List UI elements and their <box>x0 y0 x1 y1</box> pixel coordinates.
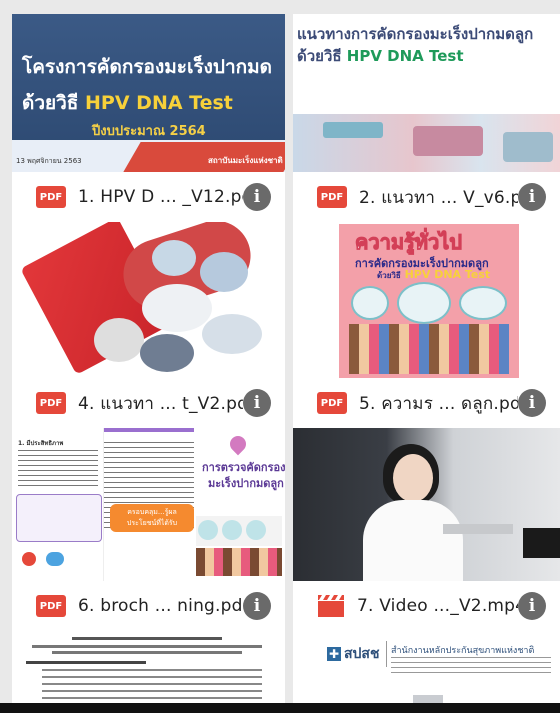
thumb-subtitle: มะเร็งปากมดลูก <box>208 477 284 490</box>
info-icon[interactable]: i <box>243 389 271 417</box>
file-name: 4. แนวทา ... t_V2.pdf <box>78 393 243 414</box>
thumb-subtitle: ด้วยวิธี <box>297 47 342 65</box>
file-card-5[interactable]: 1. มีประสิทธิภาพ การตรวจคัดกรอง มะเร็งปา… <box>12 428 285 631</box>
thumb-box: ครอบคลุม...รู้ผล ประโยชน์ที่ได้รับ <box>110 504 194 532</box>
system-bottom-bar <box>0 703 560 713</box>
file-name: 2. แนวทา ... V_v6.pdf <box>359 187 518 208</box>
info-icon[interactable]: i <box>243 183 271 211</box>
file-thumbnail: 1. มีประสิทธิภาพ การตรวจคัดกรอง มะเร็งปา… <box>12 428 285 581</box>
file-footer: PDF 4. แนวทา ... t_V2.pdf i <box>12 378 285 428</box>
thumb-title: โครงการคัดกรองมะเร็งปากมด <box>22 56 273 78</box>
info-icon[interactable]: i <box>518 389 546 417</box>
file-thumbnail <box>12 222 285 378</box>
info-icon[interactable]: i <box>243 592 271 620</box>
thumb-date: 13 พฤศจิกายน 2563 <box>16 157 82 165</box>
pdf-icon: PDF <box>36 186 66 208</box>
file-card-6[interactable]: 7. Video ..._V2.mp4 i <box>293 428 560 631</box>
file-card-1[interactable]: โครงการคัดกรองมะเร็งปากมด ด้วยวิธี HPV D… <box>12 14 285 222</box>
file-name: 7. Video ..._V2.mp4 <box>357 596 518 616</box>
file-footer: 7. Video ..._V2.mp4 i <box>293 581 560 631</box>
thumb-prefix: ด้วยวิธี <box>377 271 401 280</box>
file-footer: PDF 1. HPV D ... _V12.pdf i <box>12 172 285 222</box>
file-footer: PDF 6. broch ... ning.pdf i <box>12 581 285 631</box>
cross-icon: ✚ <box>327 647 341 661</box>
thumb-org: สถาบันมะเร็งแห่งชาติ <box>208 156 283 165</box>
thumb-year: ปีงบประมาณ 2564 <box>92 124 206 139</box>
info-icon[interactable]: i <box>518 592 546 620</box>
file-name: 6. broch ... ning.pdf <box>78 596 243 616</box>
file-card-8[interactable]: ✚ สปสช สำนักงานหลักประกันสุขภาพแห่งชาติ <box>293 631 560 713</box>
org-logo: ✚ สปสช <box>327 643 379 665</box>
org-name: สำนักงานหลักประกันสุขภาพแห่งชาติ <box>391 646 535 656</box>
pdf-icon: PDF <box>317 392 347 414</box>
pdf-icon: PDF <box>36 392 66 414</box>
pdf-icon: PDF <box>317 186 347 208</box>
thumb-heading: 1. มีประสิทธิภาพ <box>18 440 64 447</box>
file-name: 5. ความร ... ดลูก.pdf <box>359 393 518 414</box>
file-footer: PDF 5. ความร ... ดลูก.pdf i <box>293 378 560 428</box>
thumb-subtitle: ด้วยวิธี <box>22 92 79 114</box>
file-thumbnail: โครงการคัดกรองมะเร็งปากมด ด้วยวิธี HPV D… <box>12 14 285 172</box>
file-card-7[interactable] <box>12 631 285 713</box>
file-card-2[interactable]: แนวทางการคัดกรองมะเร็งปากมดลูก ด้วยวิธี … <box>293 14 560 222</box>
file-footer: PDF 2. แนวทา ... V_v6.pdf i <box>293 172 560 222</box>
file-card-4[interactable]: ความรู้ทั่วไป การคัดกรองมะเร็งปากมดลูก ด… <box>293 222 560 428</box>
org-short-name: สปสช <box>344 646 380 662</box>
file-thumbnail: ความรู้ทั่วไป การคัดกรองมะเร็งปากมดลูก ด… <box>293 222 560 378</box>
thumb-highlight: HPV DNA Test <box>404 268 491 281</box>
file-card-3[interactable]: PDF 4. แนวทา ... t_V2.pdf i <box>12 222 285 428</box>
info-icon[interactable]: i <box>518 183 546 211</box>
pdf-icon: PDF <box>36 595 66 617</box>
file-name: 1. HPV D ... _V12.pdf <box>78 187 243 207</box>
file-thumbnail <box>293 428 560 581</box>
thumb-title: แนวทางการคัดกรองมะเร็งปากมดลูก <box>297 25 534 43</box>
video-file-icon <box>317 594 345 618</box>
file-thumbnail: แนวทางการคัดกรองมะเร็งปากมดลูก ด้วยวิธี … <box>293 14 560 172</box>
file-thumbnail <box>12 631 285 713</box>
file-thumbnail: ✚ สปสช สำนักงานหลักประกันสุขภาพแห่งชาติ <box>293 631 560 713</box>
thumb-highlight: HPV DNA Test <box>85 92 233 114</box>
thumb-highlight: HPV DNA Test <box>346 47 464 65</box>
